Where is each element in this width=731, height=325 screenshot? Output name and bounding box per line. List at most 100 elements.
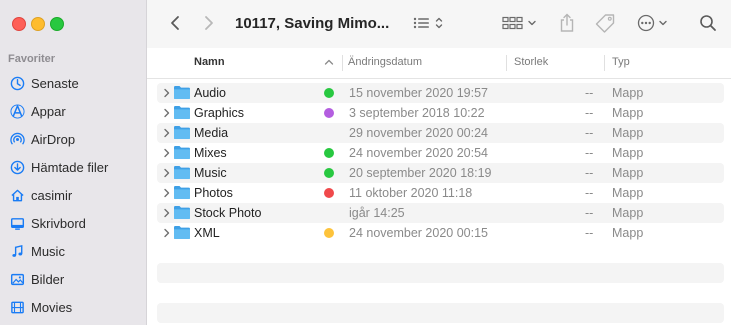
disclosure-triangle-icon[interactable] (162, 226, 172, 240)
minimize-window-button[interactable] (31, 17, 45, 31)
sidebar-item-airdrop[interactable]: AirDrop (8, 128, 144, 150)
file-size: -- (585, 86, 594, 100)
sidebar-item-downloads[interactable]: Hämtade filer (8, 156, 144, 178)
more-icon (636, 14, 672, 35)
file-size: -- (585, 106, 594, 120)
back-button[interactable] (165, 12, 185, 36)
forward-button[interactable] (199, 12, 219, 36)
sidebar-item-pictures[interactable]: Bilder (8, 268, 144, 290)
column-header-date[interactable]: Ändringsdatum (348, 56, 422, 68)
file-size: -- (585, 226, 594, 240)
fullscreen-window-button[interactable] (50, 17, 64, 31)
disclosure-triangle-icon[interactable] (162, 166, 172, 180)
file-name: Photos (194, 186, 233, 200)
sidebar-item-label: Movies (31, 299, 73, 315)
empty-row (157, 303, 724, 323)
apps-icon (8, 102, 26, 120)
group-button[interactable] (502, 12, 540, 36)
file-date: igår 14:25 (349, 206, 405, 220)
airdrop-icon (8, 130, 26, 148)
file-date: 29 november 2020 00:24 (349, 126, 488, 140)
sidebar-item-label: Senaste (31, 75, 79, 91)
sidebar-item-desktop[interactable]: Skrivbord (8, 212, 144, 234)
file-date: 24 november 2020 00:15 (349, 226, 488, 240)
sidebar: Favoriter Senaste Appar AirDrop Hämtade … (0, 0, 147, 325)
view-options-button[interactable] (411, 12, 447, 36)
file-size: -- (585, 126, 594, 140)
sidebar-item-applications[interactable]: Appar (8, 100, 144, 122)
table-row[interactable]: Stock Photo igår 14:25 -- Mapp (157, 203, 724, 223)
share-icon (559, 13, 575, 36)
folder-icon (173, 205, 191, 220)
home-icon (8, 186, 26, 204)
folder-icon (173, 165, 191, 180)
share-button[interactable] (557, 12, 577, 36)
column-header-size[interactable]: Storlek (514, 56, 548, 68)
disclosure-triangle-icon[interactable] (162, 126, 172, 140)
folder-icon (173, 85, 191, 100)
file-size: -- (585, 166, 594, 180)
download-icon (8, 158, 26, 176)
disclosure-triangle-icon[interactable] (162, 146, 172, 160)
file-date: 3 september 2018 10:22 (349, 106, 485, 120)
disclosure-triangle-icon[interactable] (162, 206, 172, 220)
disclosure-triangle-icon[interactable] (162, 186, 172, 200)
chevron-right-icon (203, 15, 215, 34)
column-header-name[interactable]: Namn (194, 56, 225, 68)
sidebar-item-label: Hämtade filer (31, 159, 109, 175)
sidebar-item-label: AirDrop (31, 131, 76, 147)
column-divider[interactable] (506, 55, 507, 71)
disclosure-triangle-icon[interactable] (162, 86, 172, 100)
file-name: Stock Photo (194, 206, 262, 220)
column-divider[interactable] (604, 55, 605, 71)
action-menu-button[interactable] (636, 12, 672, 36)
sidebar-item-label: Skrivbord (31, 215, 86, 231)
pictures-icon (8, 270, 26, 288)
file-type: Mapp (612, 126, 644, 140)
close-window-button[interactable] (12, 17, 26, 31)
file-size: -- (585, 186, 594, 200)
table-row[interactable]: Music 20 september 2020 18:19 -- Mapp (157, 163, 724, 183)
folder-icon (173, 185, 191, 200)
empty-row (157, 263, 724, 283)
table-row[interactable]: XML 24 november 2020 00:15 -- Mapp (157, 223, 724, 243)
folder-icon (173, 125, 191, 140)
folder-icon (173, 145, 191, 160)
table-row[interactable]: Photos 11 oktober 2020 11:18 -- Mapp (157, 183, 724, 203)
file-date: 15 november 2020 19:57 (349, 86, 488, 100)
sidebar-item-recents[interactable]: Senaste (8, 72, 144, 94)
sidebar-item-label: Appar (31, 103, 66, 119)
color-tag-dot (324, 168, 334, 178)
search-icon (699, 14, 717, 35)
disclosure-triangle-icon[interactable] (162, 106, 172, 120)
table-row[interactable]: Media 29 november 2020 00:24 -- Mapp (157, 123, 724, 143)
file-type: Mapp (612, 226, 644, 240)
search-button[interactable] (697, 12, 719, 36)
tag-icon (594, 13, 616, 36)
clock-icon (8, 74, 26, 92)
file-type: Mapp (612, 146, 644, 160)
list-view-icon (412, 15, 446, 34)
color-tag-dot (324, 88, 334, 98)
file-size: -- (585, 146, 594, 160)
file-type: Mapp (612, 166, 644, 180)
file-name: Mixes (194, 146, 227, 160)
tags-button[interactable] (593, 12, 617, 36)
sidebar-item-movies[interactable]: Movies (8, 296, 144, 318)
file-type: Mapp (612, 186, 644, 200)
chevron-left-icon (169, 15, 181, 34)
column-divider[interactable] (342, 55, 343, 71)
sidebar-item-label: Music (31, 243, 65, 259)
file-name: XML (194, 226, 220, 240)
folder-icon (173, 225, 191, 240)
table-row[interactable]: Audio 15 november 2020 19:57 -- Mapp (157, 83, 724, 103)
table-row[interactable]: Graphics 3 september 2018 10:22 -- Mapp (157, 103, 724, 123)
sort-ascending-icon[interactable] (324, 57, 334, 69)
sidebar-item-label: casimir (31, 187, 73, 203)
sidebar-item-music[interactable]: Music (8, 240, 144, 262)
column-header-type[interactable]: Typ (612, 56, 630, 68)
sidebar-item-home[interactable]: casimir (8, 184, 144, 206)
table-row[interactable]: Mixes 24 november 2020 20:54 -- Mapp (157, 143, 724, 163)
folder-icon (173, 105, 191, 120)
file-name: Graphics (194, 106, 245, 120)
